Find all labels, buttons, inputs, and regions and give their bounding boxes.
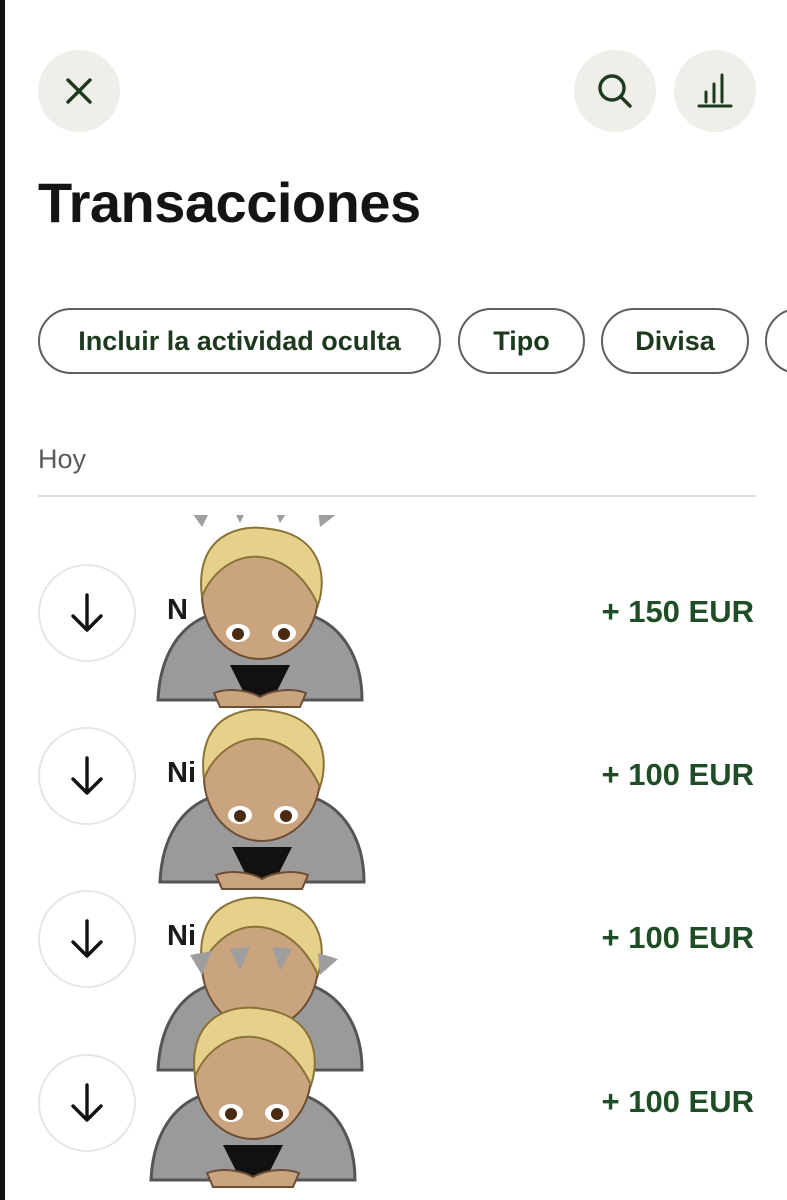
search-icon	[598, 74, 632, 108]
filter-chip-currency[interactable]: Divisa	[601, 308, 749, 374]
transaction-amount: + 100 EUR	[601, 1084, 754, 1119]
bowing-person-emoji	[150, 515, 370, 715]
stats-button[interactable]	[674, 50, 756, 132]
filter-chips: Incluir la actividad oculta Tipo Divisa	[38, 308, 787, 374]
transaction-amount: + 100 EUR	[601, 920, 754, 955]
transaction-row[interactable]: N + 150 EUR	[0, 564, 787, 664]
transaction-amount: + 100 EUR	[601, 757, 754, 792]
transaction-row[interactable]: Ni + 100 EUR	[0, 890, 787, 990]
transaction-amount: + 150 EUR	[601, 594, 754, 629]
divider	[38, 495, 756, 497]
filter-chip-hidden-activity[interactable]: Incluir la actividad oculta	[38, 308, 441, 374]
arrow-down-icon	[38, 564, 136, 662]
bowing-person-emoji	[152, 697, 372, 897]
filter-chip-more[interactable]	[765, 308, 787, 374]
arrow-down-icon	[38, 727, 136, 825]
search-button[interactable]	[574, 50, 656, 132]
bar-chart-icon	[697, 73, 733, 108]
transactions-screen: Transacciones Incluir la actividad ocult…	[0, 0, 787, 1200]
close-icon	[66, 78, 92, 104]
close-button[interactable]	[38, 50, 120, 132]
arrow-down-icon	[38, 890, 136, 988]
page-title: Transacciones	[38, 171, 421, 234]
transaction-row[interactable]: Ni + 100 EUR	[0, 727, 787, 827]
filter-chip-type[interactable]: Tipo	[458, 308, 585, 374]
section-label-today: Hoy	[38, 444, 87, 474]
transaction-row[interactable]: + 100 EUR	[0, 1054, 787, 1154]
bowing-person-emoji	[143, 995, 363, 1195]
arrow-down-icon	[38, 1054, 136, 1152]
